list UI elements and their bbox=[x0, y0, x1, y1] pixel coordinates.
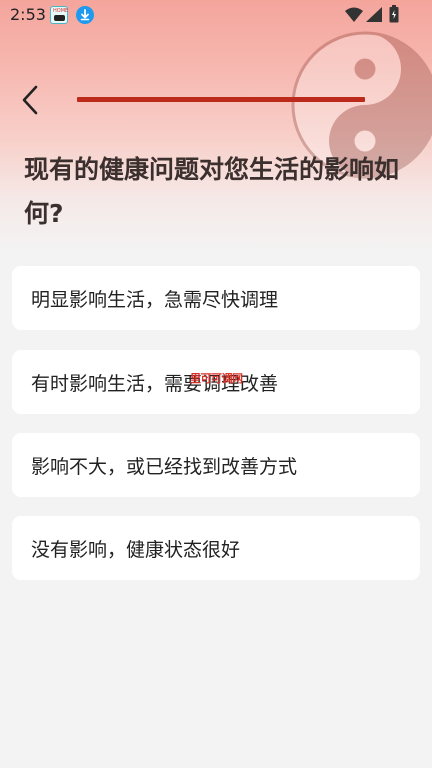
option-label: 影响不大，或已经找到改善方式 bbox=[31, 455, 298, 478]
app-notification-icon: HOME bbox=[50, 6, 68, 24]
option-4[interactable]: 没有影响，健康状态很好 bbox=[12, 516, 420, 580]
status-bar: 2:53 HOME bbox=[0, 0, 432, 30]
option-label: 明显影响生活，急需尽快调理 bbox=[31, 288, 279, 311]
option-1[interactable]: 明显影响生活，急需尽快调理 bbox=[12, 266, 420, 330]
option-label: 没有影响，健康状态很好 bbox=[31, 538, 241, 561]
signal-icon bbox=[366, 7, 382, 22]
status-time: 2:53 bbox=[10, 5, 46, 24]
download-icon bbox=[76, 6, 94, 24]
battery-icon bbox=[389, 5, 399, 23]
wifi-icon bbox=[345, 7, 363, 22]
option-3[interactable]: 影响不大，或已经找到改善方式 bbox=[12, 433, 420, 497]
watermark: 里可可调网 bbox=[190, 372, 243, 385]
progress-bar bbox=[77, 97, 365, 102]
question-title: 现有的健康问题对您生活的影响如何? bbox=[24, 155, 400, 228]
chevron-left-icon bbox=[22, 85, 38, 115]
back-button[interactable] bbox=[12, 80, 48, 120]
